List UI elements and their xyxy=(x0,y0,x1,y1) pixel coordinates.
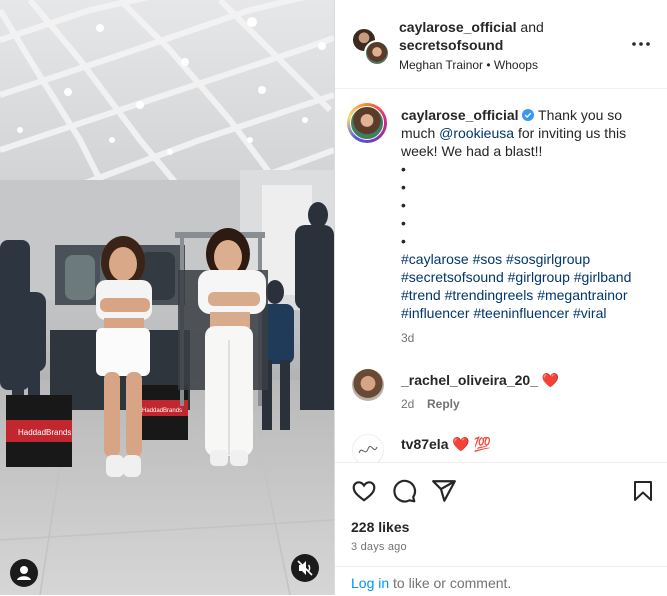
reply-button[interactable]: Reply xyxy=(427,397,460,411)
like-button[interactable] xyxy=(351,478,377,504)
comment: tv87ela ❤️ 💯 xyxy=(401,436,491,453)
caption-username[interactable]: caylarose_official xyxy=(401,107,519,123)
post-date[interactable]: 3 days ago xyxy=(351,541,407,553)
signature-icon xyxy=(358,445,378,454)
post-header: caylarose_official and secretsofsound Me… xyxy=(335,0,667,89)
hashtag-line[interactable]: #secretsofsound #girlgroup #girlband xyxy=(401,268,637,286)
login-prompt: to like or comment. xyxy=(393,575,512,591)
bullet: • xyxy=(401,161,406,177)
hashtag-line[interactable]: #influencer #teeninfluencer #viral xyxy=(401,304,637,322)
more-horizontal-icon xyxy=(632,42,650,46)
avatar xyxy=(364,40,390,66)
hashtag-line[interactable]: #trend #trendingreels #megantrainor xyxy=(401,286,637,304)
heart-icon xyxy=(352,481,376,502)
bookmark-icon xyxy=(634,481,652,501)
comment-button[interactable] xyxy=(391,478,417,504)
svg-text:HaddadBrands: HaddadBrands xyxy=(18,428,71,437)
svg-text:HaddadBrands: HaddadBrands xyxy=(142,408,182,414)
author-username[interactable]: caylarose_official xyxy=(399,19,517,35)
caption: caylarose_official Thank you so much @ro… xyxy=(401,106,637,322)
avatar xyxy=(350,106,384,140)
mention-link[interactable]: @rookieusa xyxy=(439,125,514,141)
comment-text: ❤️ xyxy=(541,372,560,388)
caption-time[interactable]: 3d xyxy=(401,331,414,345)
likes-count[interactable]: 228 likes xyxy=(351,519,409,535)
comment-time[interactable]: 2d xyxy=(401,397,414,411)
login-link[interactable]: Log in xyxy=(351,575,389,591)
post-side-panel: caylarose_official and secretsofsound Me… xyxy=(335,0,667,595)
bullet: • xyxy=(401,179,406,195)
comment-username[interactable]: _rachel_oliveira_20_ xyxy=(401,372,538,388)
bullet: • xyxy=(401,197,406,213)
verified-badge-icon xyxy=(522,109,535,121)
commenter-avatar[interactable] xyxy=(352,369,384,401)
mute-button[interactable] xyxy=(291,554,319,582)
bullet: • xyxy=(401,215,406,231)
bullet: • xyxy=(401,233,406,249)
comments-section[interactable]: caylarose_official Thank you so much @ro… xyxy=(335,89,667,462)
action-bar: 228 likes 3 days ago xyxy=(335,462,667,563)
collab-avatars[interactable] xyxy=(352,28,390,66)
caption-bullets: • • • • • xyxy=(401,160,637,250)
user-icon xyxy=(17,566,31,580)
comment-icon xyxy=(393,479,417,503)
caption-avatar[interactable] xyxy=(347,103,387,143)
more-options-button[interactable] xyxy=(629,36,653,52)
and-text: and xyxy=(520,19,544,35)
audio-link[interactable]: Meghan Trainor • Whoops xyxy=(399,58,538,72)
video-frame: HaddadBrands HaddadBrands xyxy=(0,0,334,595)
hashtag-line[interactable]: #caylarose #sos #sosgirlgroup xyxy=(401,250,637,268)
save-button[interactable] xyxy=(631,478,655,504)
caption-text-2: for inviting us this week! We had a blas… xyxy=(401,125,627,159)
speaker-muted-icon xyxy=(297,560,313,576)
post-media[interactable]: HaddadBrands HaddadBrands xyxy=(0,0,334,595)
comment: _rachel_oliveira_20_ ❤️ xyxy=(401,372,559,389)
commenter-avatar[interactable] xyxy=(352,434,384,462)
coauthor-username[interactable]: secretsofsound xyxy=(399,37,503,53)
login-footer: Log in to like or comment. xyxy=(335,566,667,596)
share-button[interactable] xyxy=(431,478,457,504)
paper-plane-icon xyxy=(432,480,456,502)
tagged-users-button[interactable] xyxy=(10,559,38,587)
comment-username[interactable]: tv87ela xyxy=(401,436,448,452)
comment-text: ❤️ 💯 xyxy=(452,436,492,452)
